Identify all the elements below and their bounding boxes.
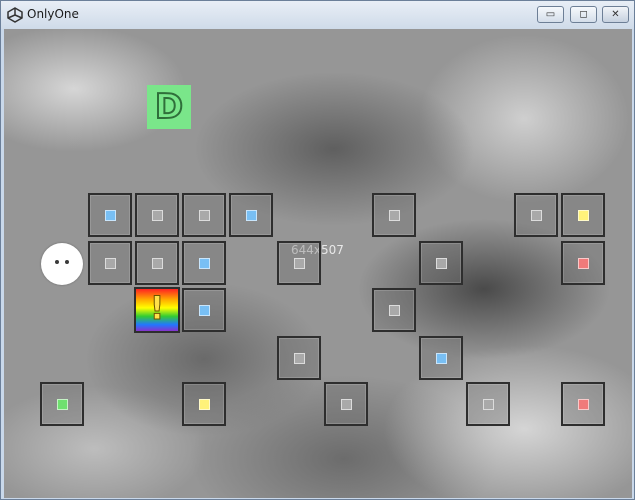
tile [182,193,226,237]
tile [277,336,321,380]
d-block-label: D [154,86,184,128]
player-left-eye [55,260,59,264]
close-button[interactable]: ✕ [602,6,629,23]
player-right-eye [65,260,69,264]
tile [419,336,463,380]
tile-green-marker [57,399,68,410]
title-bar[interactable]: OnlyOne ▭ ◻ ✕ [1,1,634,29]
tile-gray-marker [389,305,400,316]
maximize-icon: ◻ [579,9,588,20]
tile [324,382,368,426]
minimize-button[interactable]: ▭ [537,6,564,23]
tile [561,382,605,426]
minimize-icon: ▭ [545,9,556,20]
tile-gray-marker [294,258,305,269]
tile-gray-marker [199,210,210,221]
tile-gray-marker [389,210,400,221]
tile-blue-marker [199,305,210,316]
rainbow-exclamation-block: ! [134,287,180,333]
tile [182,241,226,285]
tile-red-marker [578,399,589,410]
unity-logo-icon [7,7,23,23]
tile [135,241,179,285]
tile [40,382,84,426]
tile [561,241,605,285]
tile-gray-marker [152,258,163,269]
tile [372,193,416,237]
tile-gray-marker [294,353,305,364]
tile-red-marker [578,258,589,269]
tile-gray-marker [483,399,494,410]
tile [182,288,226,332]
close-icon: ✕ [611,9,620,20]
game-window: OnlyOne ▭ ◻ ✕ D ! 644x507 [0,0,635,500]
tile [372,288,416,332]
player-ball [41,243,83,285]
tile-blue-marker [105,210,116,221]
tile [88,241,132,285]
d-letter-block: D [147,85,191,129]
tile-blue-marker [199,258,210,269]
tile-blue-marker [246,210,257,221]
tile [466,382,510,426]
tile-gray-marker [152,210,163,221]
tile-yellow-marker [199,399,210,410]
tile [561,193,605,237]
tile [135,193,179,237]
tile-yellow-marker [578,210,589,221]
tile-gray-marker [341,399,352,410]
tile-gray-marker [436,258,447,269]
tile-gray-marker [105,258,116,269]
tile [88,193,132,237]
tile-blue-marker [436,353,447,364]
tile [514,193,558,237]
maximize-button[interactable]: ◻ [570,6,597,23]
tile-gray-marker [531,210,542,221]
window-title: OnlyOne [27,7,79,21]
tile [277,241,321,285]
tile [419,241,463,285]
tile [182,382,226,426]
exclamation-label: ! [149,289,165,328]
tile [229,193,273,237]
game-viewport[interactable]: D ! 644x507 [4,29,632,498]
